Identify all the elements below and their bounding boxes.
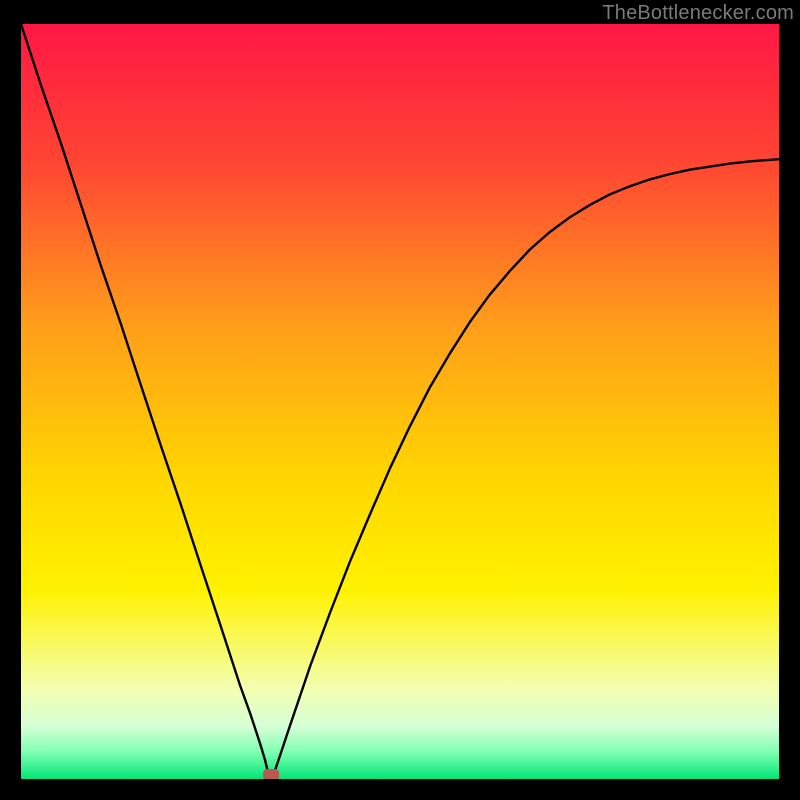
- optimal-marker: [263, 769, 279, 779]
- bottleneck-chart: [21, 24, 779, 779]
- chart-frame: TheBottlenecker.com: [0, 0, 800, 800]
- watermark-text: TheBottlenecker.com: [602, 2, 794, 25]
- chart-svg: [21, 24, 779, 779]
- chart-background: [21, 24, 779, 779]
